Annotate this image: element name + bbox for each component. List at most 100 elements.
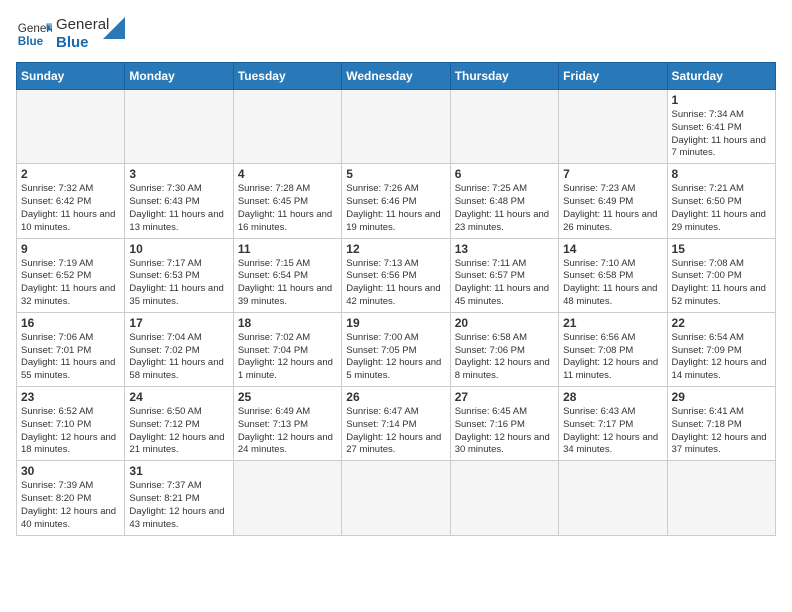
calendar-cell	[233, 90, 341, 164]
calendar-cell	[559, 90, 667, 164]
calendar-cell: 11 Sunrise: 7:15 AM Sunset: 6:54 PM Dayli…	[233, 238, 341, 312]
logo-blue: Blue	[56, 34, 109, 52]
calendar-cell: 24 Sunrise: 6:50 AM Sunset: 7:12 PM Dayli…	[125, 387, 233, 461]
calendar-cell: 10 Sunrise: 7:17 AM Sunset: 6:53 PM Dayli…	[125, 238, 233, 312]
calendar-cell: 6 Sunrise: 7:25 AM Sunset: 6:48 PM Daylig…	[450, 164, 558, 238]
calendar-cell: 3 Sunrise: 7:30 AM Sunset: 6:43 PM Daylig…	[125, 164, 233, 238]
day-number: 4	[238, 167, 337, 181]
calendar-week-row: 16 Sunrise: 7:06 AM Sunset: 7:01 PM Dayli…	[17, 312, 776, 386]
calendar-cell: 4Sunrise: 7:28 AM Sunset: 6:45 PM Daylig…	[233, 164, 341, 238]
day-info: Sunrise: 7:11 AM Sunset: 6:57 PM Dayligh…	[455, 258, 554, 309]
calendar-cell	[233, 461, 341, 535]
logo-triangle-icon	[103, 17, 125, 39]
day-info: Sunrise: 7:25 AM Sunset: 6:48 PM Dayligh…	[455, 183, 554, 234]
calendar-cell	[667, 461, 775, 535]
day-info: Sunrise: 7:30 AM Sunset: 6:43 PM Dayligh…	[129, 183, 228, 234]
day-info: Sunrise: 6:56 AM Sunset: 7:08 PM Dayligh…	[563, 332, 662, 383]
day-number: 15	[672, 242, 771, 256]
day-info: Sunrise: 7:23 AM Sunset: 6:49 PM Dayligh…	[563, 183, 662, 234]
calendar-week-row: 23 Sunrise: 6:52 AM Sunset: 7:10 PM Dayli…	[17, 387, 776, 461]
calendar-cell	[559, 461, 667, 535]
calendar-cell: 13 Sunrise: 7:11 AM Sunset: 6:57 PM Dayli…	[450, 238, 558, 312]
day-number: 11	[238, 242, 337, 256]
day-info: Sunrise: 6:58 AM Sunset: 7:06 PM Dayligh…	[455, 332, 554, 383]
calendar-cell: 14 Sunrise: 7:10 AM Sunset: 6:58 PM Dayli…	[559, 238, 667, 312]
calendar-cell: 15 Sunrise: 7:08 AM Sunset: 7:00 PM Dayli…	[667, 238, 775, 312]
day-number: 14	[563, 242, 662, 256]
day-info: Sunrise: 7:34 AM Sunset: 6:41 PM Dayligh…	[672, 109, 771, 160]
calendar-week-row: 2 Sunrise: 7:32 AM Sunset: 6:42 PM Daylig…	[17, 164, 776, 238]
day-number: 23	[21, 390, 120, 404]
day-info: Sunrise: 7:06 AM Sunset: 7:01 PM Dayligh…	[21, 332, 120, 383]
day-number: 1	[672, 93, 771, 107]
day-info: Sunrise: 7:21 AM Sunset: 6:50 PM Dayligh…	[672, 183, 771, 234]
day-number: 24	[129, 390, 228, 404]
calendar-header-row: SundayMondayTuesdayWednesdayThursdayFrid…	[17, 63, 776, 90]
day-number: 6	[455, 167, 554, 181]
calendar-cell: 1 Sunrise: 7:34 AM Sunset: 6:41 PM Daylig…	[667, 90, 775, 164]
calendar-cell: 7 Sunrise: 7:23 AM Sunset: 6:49 PM Daylig…	[559, 164, 667, 238]
day-info: Sunrise: 7:37 AM Sunset: 8:21 PM Dayligh…	[129, 480, 228, 531]
day-info: Sunrise: 7:19 AM Sunset: 6:52 PM Dayligh…	[21, 258, 120, 309]
day-info: Sunrise: 7:00 AM Sunset: 7:05 PM Dayligh…	[346, 332, 445, 383]
calendar-cell: 27Sunrise: 6:45 AM Sunset: 7:16 PM Dayli…	[450, 387, 558, 461]
calendar-table: SundayMondayTuesdayWednesdayThursdayFrid…	[16, 62, 776, 536]
calendar-cell: 30 Sunrise: 7:39 AM Sunset: 8:20 PM Dayli…	[17, 461, 125, 535]
calendar-cell	[450, 90, 558, 164]
day-info: Sunrise: 7:17 AM Sunset: 6:53 PM Dayligh…	[129, 258, 228, 309]
calendar-cell: 2 Sunrise: 7:32 AM Sunset: 6:42 PM Daylig…	[17, 164, 125, 238]
calendar-week-row: 9 Sunrise: 7:19 AM Sunset: 6:52 PM Daylig…	[17, 238, 776, 312]
logo-icon: General Blue	[16, 16, 52, 52]
day-number: 26	[346, 390, 445, 404]
day-header: Sunday	[17, 63, 125, 90]
day-header: Friday	[559, 63, 667, 90]
day-number: 9	[21, 242, 120, 256]
day-info: Sunrise: 7:02 AM Sunset: 7:04 PM Dayligh…	[238, 332, 337, 383]
calendar-cell: 12Sunrise: 7:13 AM Sunset: 6:56 PM Dayli…	[342, 238, 450, 312]
day-info: Sunrise: 7:10 AM Sunset: 6:58 PM Dayligh…	[563, 258, 662, 309]
day-info: Sunrise: 6:43 AM Sunset: 7:17 PM Dayligh…	[563, 406, 662, 457]
day-header: Thursday	[450, 63, 558, 90]
day-number: 25	[238, 390, 337, 404]
day-info: Sunrise: 7:32 AM Sunset: 6:42 PM Dayligh…	[21, 183, 120, 234]
svg-text:Blue: Blue	[18, 35, 44, 48]
day-number: 3	[129, 167, 228, 181]
day-info: Sunrise: 7:13 AM Sunset: 6:56 PM Dayligh…	[346, 258, 445, 309]
day-number: 27	[455, 390, 554, 404]
page-header: General Blue General Blue	[16, 16, 776, 52]
day-number: 13	[455, 242, 554, 256]
calendar-cell: 16 Sunrise: 7:06 AM Sunset: 7:01 PM Dayli…	[17, 312, 125, 386]
day-info: Sunrise: 7:08 AM Sunset: 7:00 PM Dayligh…	[672, 258, 771, 309]
calendar-cell: 8Sunrise: 7:21 AM Sunset: 6:50 PM Daylig…	[667, 164, 775, 238]
day-header: Saturday	[667, 63, 775, 90]
day-number: 29	[672, 390, 771, 404]
day-info: Sunrise: 6:52 AM Sunset: 7:10 PM Dayligh…	[21, 406, 120, 457]
calendar-cell: 29 Sunrise: 6:41 AM Sunset: 7:18 PM Dayli…	[667, 387, 775, 461]
day-number: 7	[563, 167, 662, 181]
logo-general: General	[56, 16, 109, 34]
calendar-cell	[342, 461, 450, 535]
calendar-cell: 19Sunrise: 7:00 AM Sunset: 7:05 PM Dayli…	[342, 312, 450, 386]
calendar-cell	[125, 90, 233, 164]
day-number: 17	[129, 316, 228, 330]
day-number: 20	[455, 316, 554, 330]
logo: General Blue General Blue	[16, 16, 125, 52]
day-number: 16	[21, 316, 120, 330]
day-number: 30	[21, 464, 120, 478]
calendar-cell: 31Sunrise: 7:37 AM Sunset: 8:21 PM Dayli…	[125, 461, 233, 535]
calendar-cell	[17, 90, 125, 164]
day-number: 18	[238, 316, 337, 330]
day-number: 10	[129, 242, 228, 256]
day-number: 28	[563, 390, 662, 404]
calendar-week-row: 30 Sunrise: 7:39 AM Sunset: 8:20 PM Dayli…	[17, 461, 776, 535]
calendar-cell: 26Sunrise: 6:47 AM Sunset: 7:14 PM Dayli…	[342, 387, 450, 461]
calendar-cell: 21Sunrise: 6:56 AM Sunset: 7:08 PM Dayli…	[559, 312, 667, 386]
calendar-cell: 25 Sunrise: 6:49 AM Sunset: 7:13 PM Dayli…	[233, 387, 341, 461]
day-info: Sunrise: 7:39 AM Sunset: 8:20 PM Dayligh…	[21, 480, 120, 531]
day-number: 2	[21, 167, 120, 181]
day-info: Sunrise: 7:26 AM Sunset: 6:46 PM Dayligh…	[346, 183, 445, 234]
day-info: Sunrise: 6:49 AM Sunset: 7:13 PM Dayligh…	[238, 406, 337, 457]
day-info: Sunrise: 6:50 AM Sunset: 7:12 PM Dayligh…	[129, 406, 228, 457]
day-info: Sunrise: 7:15 AM Sunset: 6:54 PM Dayligh…	[238, 258, 337, 309]
day-info: Sunrise: 6:41 AM Sunset: 7:18 PM Dayligh…	[672, 406, 771, 457]
